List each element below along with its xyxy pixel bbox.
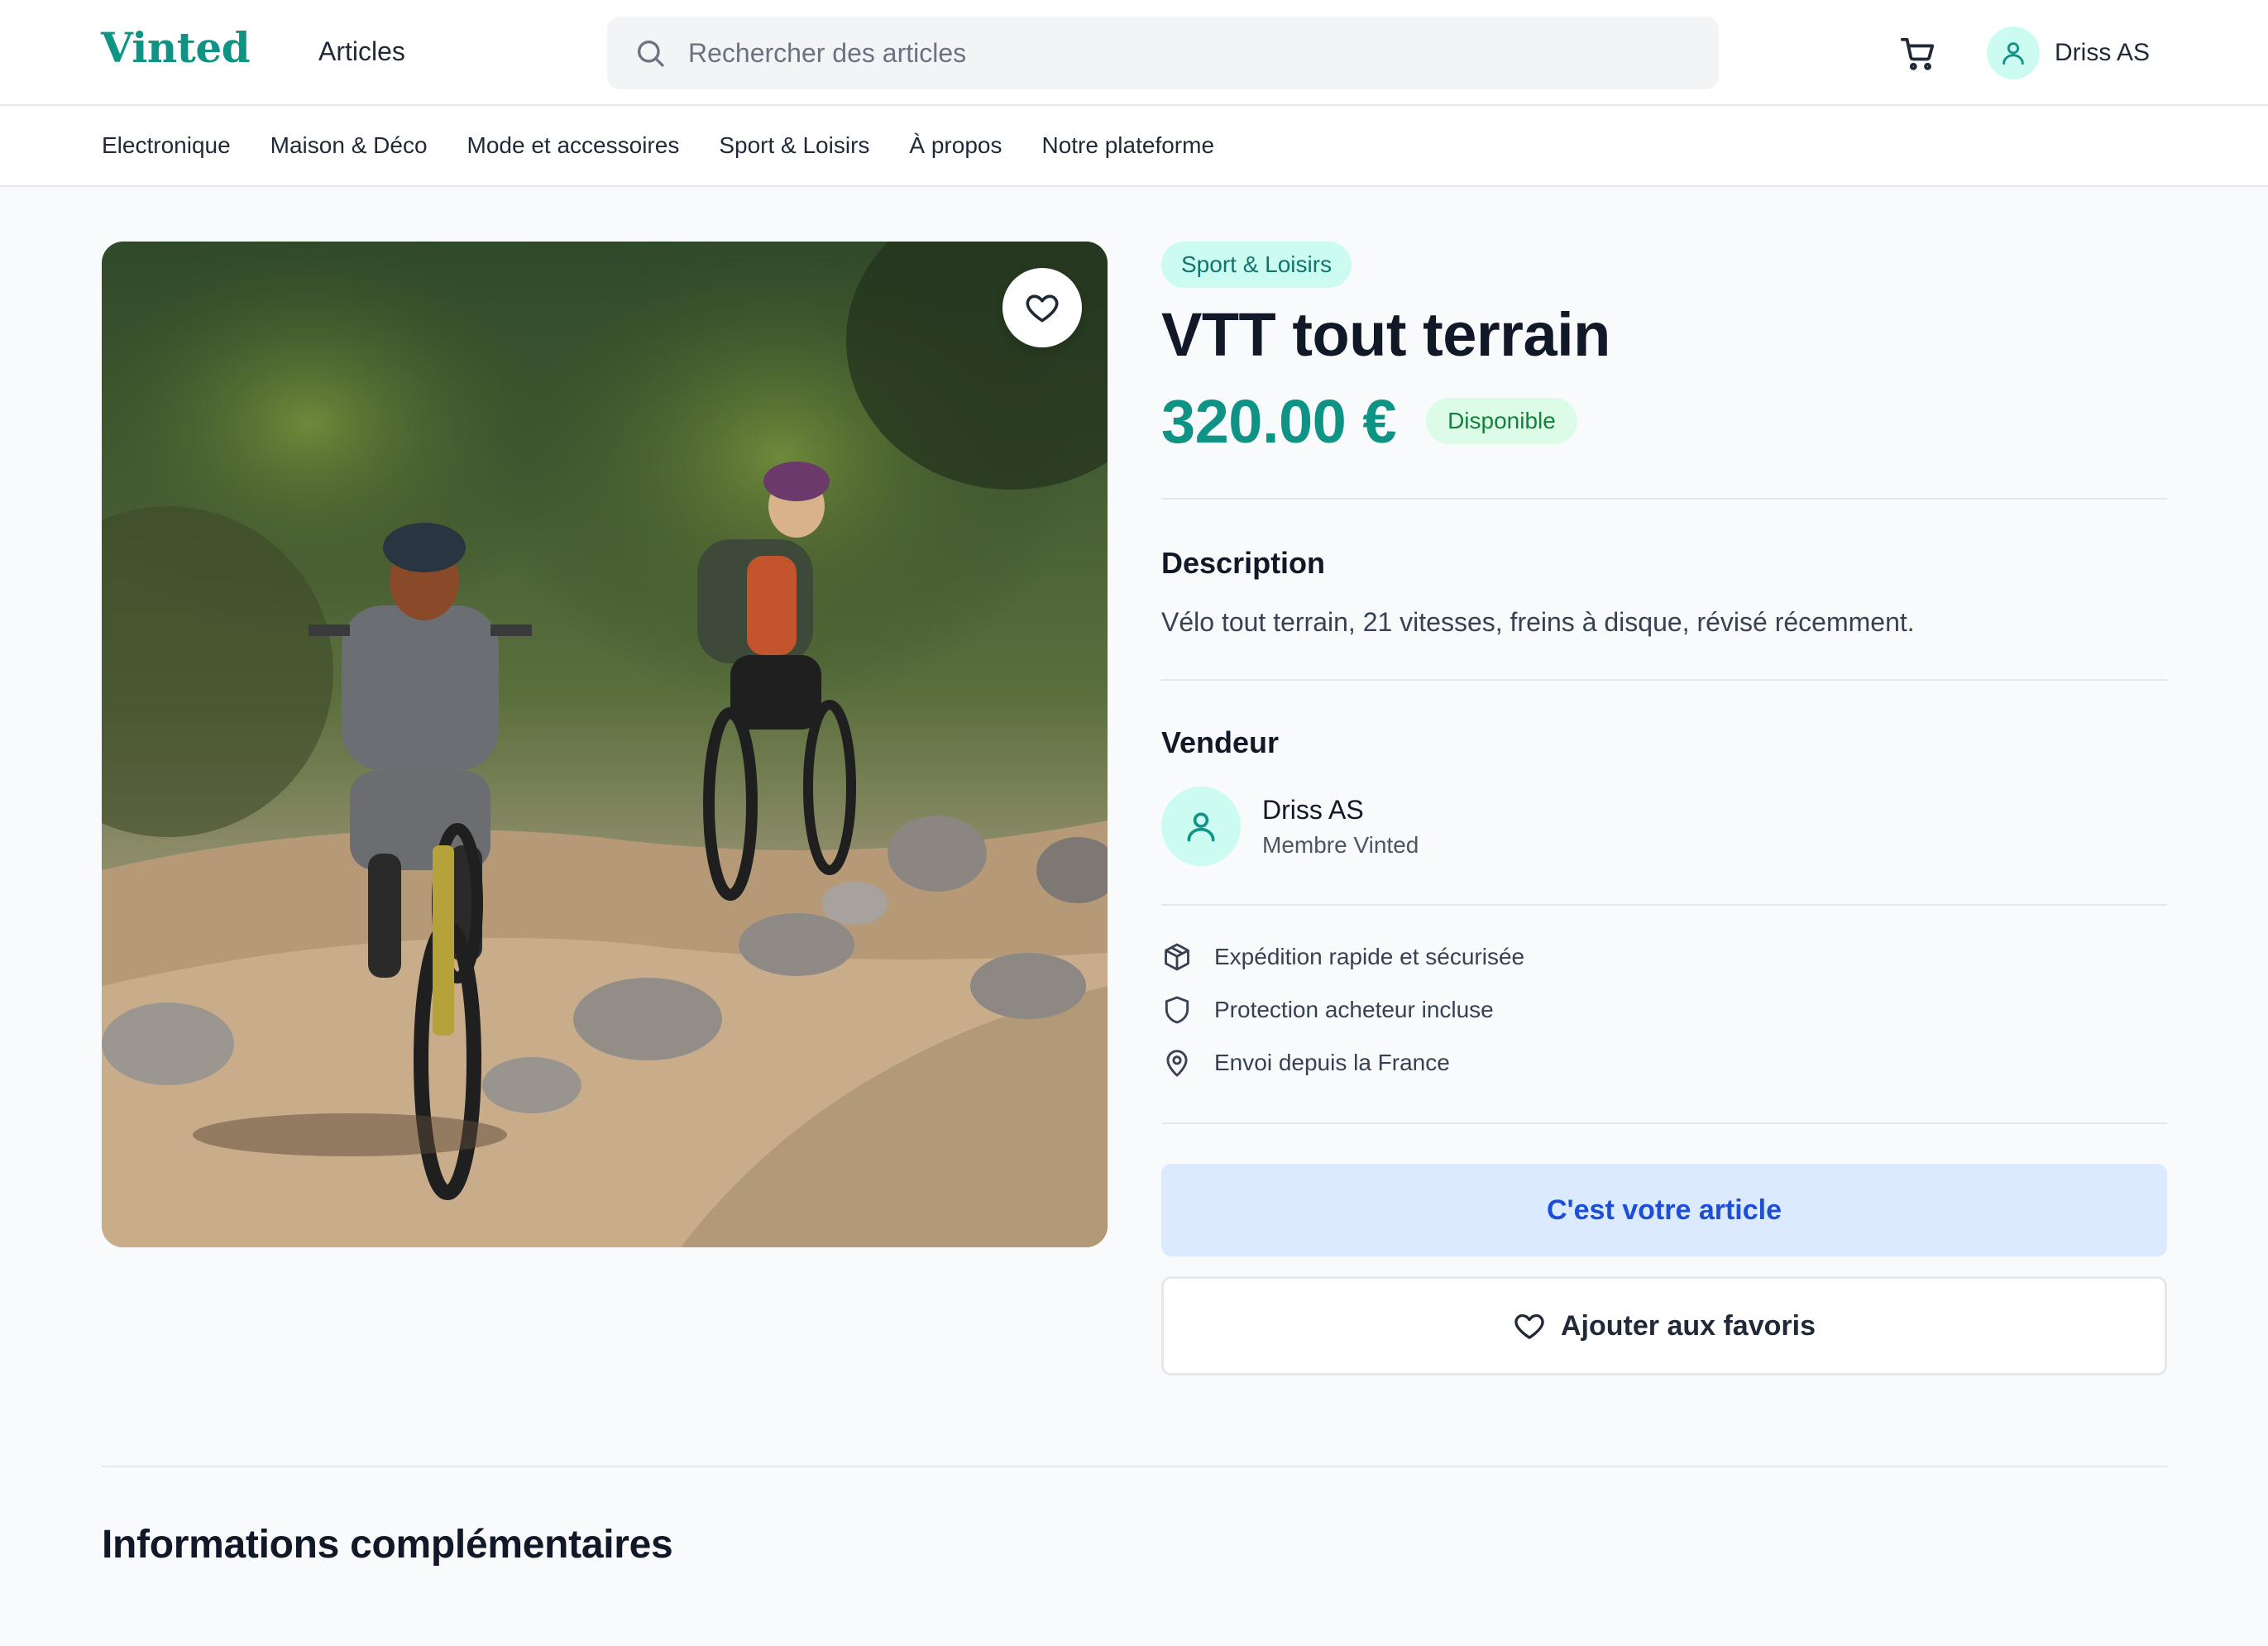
product-image[interactable]	[102, 242, 1108, 1247]
category-electronique[interactable]: Electronique	[102, 132, 231, 159]
shield-icon	[1165, 996, 1189, 1024]
seller-card[interactable]: Driss AS Membre Vinted	[1161, 787, 2167, 866]
feature-item: Protection acheteur incluse	[1161, 983, 2167, 1036]
logo[interactable]: Vinted	[101, 23, 251, 72]
divider	[1161, 498, 2167, 500]
more-info-heading: Informations complémentaires	[102, 1523, 673, 1567]
feature-label: Protection acheteur incluse	[1214, 997, 1494, 1022]
divider	[1161, 679, 2167, 681]
user-icon	[2002, 42, 2024, 65]
seller-name: Driss AS	[1262, 794, 1364, 825]
feature-label: Expédition rapide et sécurisée	[1214, 944, 1525, 969]
category-mode-accessoires[interactable]: Mode et accessoires	[467, 132, 680, 159]
status-badge: Disponible	[1426, 398, 1577, 444]
nav-articles-link[interactable]: Articles	[318, 36, 405, 67]
heart-icon	[1026, 294, 1059, 323]
favorite-toggle-button[interactable]	[1002, 268, 1082, 347]
divider	[1161, 904, 2167, 906]
heart-icon	[1514, 1313, 1544, 1339]
map-pin-icon	[1166, 1050, 1188, 1077]
description-text: Vélo tout terrain, 21 vitesses, freins à…	[1161, 607, 1915, 637]
search-bar[interactable]	[607, 17, 1719, 89]
feature-list: Expédition rapide et sécurisée Protectio…	[1161, 931, 2167, 1089]
category-sport-loisirs[interactable]: Sport & Loisirs	[719, 132, 869, 159]
user-menu[interactable]: Driss AS	[1987, 26, 2150, 79]
search-input[interactable]	[687, 17, 1696, 89]
user-name: Driss AS	[2055, 39, 2151, 66]
category-nav: Electronique Maison & Déco Mode et acces…	[0, 108, 2268, 187]
add-favorite-label: Ajouter aux favoris	[1561, 1309, 1816, 1342]
avatar	[1987, 26, 2040, 79]
divider	[1161, 1122, 2167, 1124]
category-a-propos[interactable]: À propos	[909, 132, 1002, 159]
divider	[102, 1466, 2168, 1467]
package-icon	[1165, 943, 1189, 971]
category-badge[interactable]: Sport & Loisirs	[1161, 242, 1352, 288]
search-icon	[638, 41, 664, 67]
user-icon	[1187, 812, 1215, 842]
feature-item: Envoi depuis la France	[1161, 1036, 2167, 1089]
product-title: VTT tout terrain	[1161, 300, 1610, 369]
cart-icon[interactable]	[1899, 35, 1937, 73]
product-details: Sport & Loisirs VTT tout terrain 320.00 …	[1161, 242, 2167, 1376]
feature-item: Expédition rapide et sécurisée	[1161, 931, 2167, 983]
own-article-button[interactable]: C'est votre article	[1161, 1164, 2167, 1256]
description-heading: Description	[1161, 546, 1326, 580]
seller-avatar	[1161, 787, 1241, 866]
seller-role: Membre Vinted	[1262, 831, 1419, 858]
top-header: Vinted Articles Driss AS	[0, 0, 2268, 106]
product-price: 320.00 €	[1161, 386, 1397, 456]
seller-heading: Vendeur	[1161, 725, 1280, 759]
feature-label: Envoi depuis la France	[1214, 1050, 1450, 1075]
add-favorite-button[interactable]: Ajouter aux favoris	[1161, 1276, 2167, 1376]
category-notre-plateforme[interactable]: Notre plateforme	[1041, 132, 1214, 159]
category-maison-deco[interactable]: Maison & Déco	[270, 132, 428, 159]
